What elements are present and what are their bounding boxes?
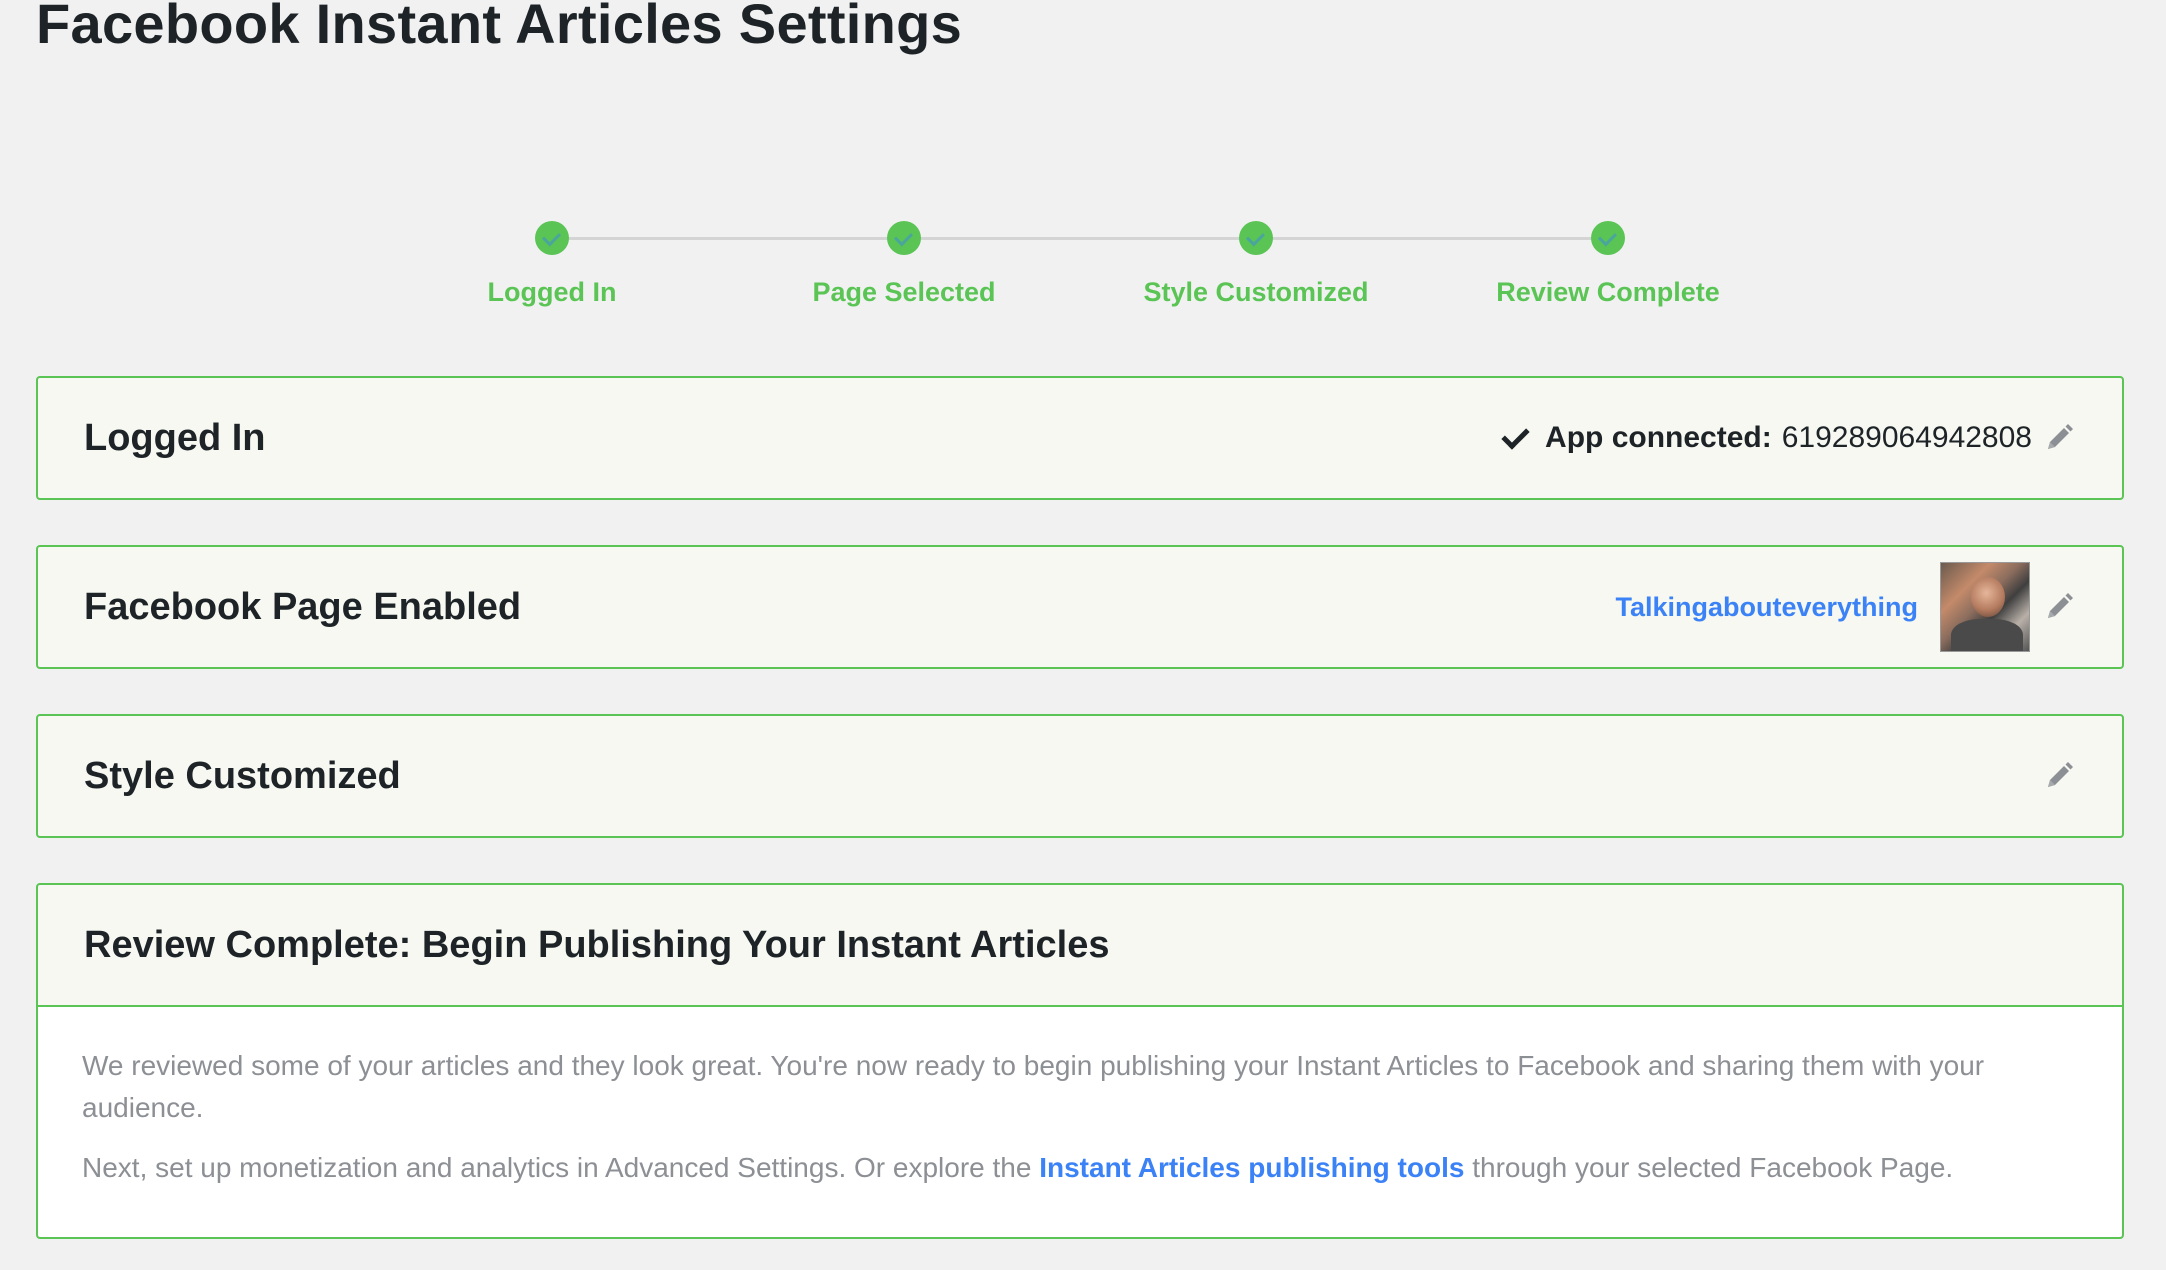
- progress-steps: Logged In Page Selected Style Customized…: [0, 218, 2166, 328]
- step-style-customized: Style Customized: [1076, 218, 1436, 308]
- page-title: Facebook Instant Articles Settings: [36, 0, 963, 55]
- pencil-icon[interactable]: [2042, 590, 2076, 624]
- step-label: Style Customized: [1143, 277, 1369, 307]
- check-icon: [1499, 422, 1531, 454]
- page-enabled-panel: Facebook Page Enabled Talkingabouteveryt…: [36, 545, 2124, 669]
- publishing-tools-link[interactable]: Instant Articles publishing tools: [1039, 1152, 1464, 1183]
- app-id: 619289064942808: [1781, 421, 2032, 454]
- facebook-page-link[interactable]: Talkingabouteverything: [1615, 592, 1918, 623]
- step-complete-icon: [535, 221, 569, 255]
- step-label: Logged In: [487, 277, 617, 307]
- review-paragraph: We reviewed some of your articles and th…: [82, 1050, 1985, 1123]
- step-label: Review Complete: [1496, 277, 1720, 307]
- step-complete-icon: [1591, 221, 1625, 255]
- pencil-icon[interactable]: [2042, 759, 2076, 793]
- style-customized-panel: Style Customized: [36, 714, 2124, 838]
- review-complete-panel: Review Complete: Begin Publishing Your I…: [36, 883, 2124, 1239]
- step-page-selected: Page Selected: [724, 218, 1084, 308]
- step-logged-in: Logged In: [372, 218, 732, 308]
- page-avatar: [1940, 562, 2030, 652]
- panel-header: Logged In App connected: 619289064942808: [38, 378, 2122, 498]
- panel-title: Review Complete: Begin Publishing Your I…: [84, 924, 1110, 966]
- logged-in-panel: Logged In App connected: 619289064942808: [36, 376, 2124, 500]
- pencil-icon[interactable]: [2042, 421, 2076, 455]
- step-review-complete: Review Complete: [1428, 218, 1788, 308]
- next-steps-paragraph: Next, set up monetization and analytics …: [82, 1147, 2078, 1189]
- panel-header: Facebook Page Enabled Talkingabouteveryt…: [38, 547, 2122, 667]
- panel-header: Style Customized: [38, 716, 2122, 836]
- panel-title: Facebook Page Enabled: [84, 586, 522, 628]
- panel-title: Logged In: [84, 417, 266, 459]
- step-label: Page Selected: [812, 277, 996, 307]
- style-actions: [2042, 716, 2076, 836]
- selected-page: Talkingabouteverything: [1615, 547, 2076, 667]
- step-complete-icon: [1239, 221, 1273, 255]
- panel-title: Style Customized: [84, 755, 401, 797]
- next-steps-text-end: through your selected Facebook Page.: [1464, 1152, 1954, 1183]
- app-connected-label: App connected:: [1545, 421, 1772, 454]
- panel-body: We reviewed some of your articles and th…: [38, 1005, 2122, 1237]
- panel-header: Review Complete: Begin Publishing Your I…: [38, 885, 2122, 1005]
- next-steps-text: Next, set up monetization and analytics …: [82, 1152, 1040, 1183]
- step-complete-icon: [887, 221, 921, 255]
- app-connection-status: App connected: 619289064942808: [1499, 378, 2076, 498]
